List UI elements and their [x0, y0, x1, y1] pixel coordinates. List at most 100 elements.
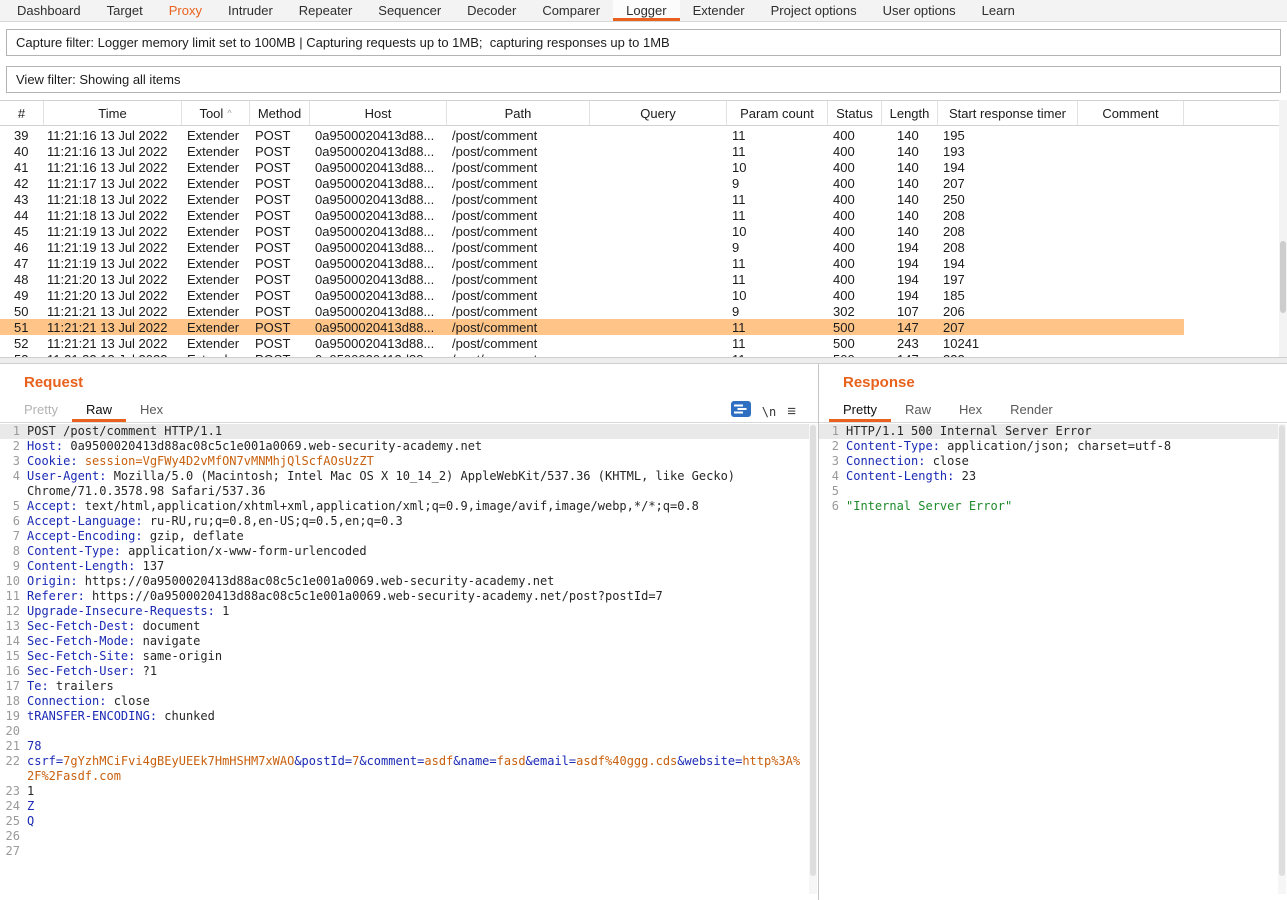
- editor-line[interactable]: 22csrf=7gYzhMCiFvi4gBEyUEEk7HmHSHM7xWAO&…: [0, 754, 809, 784]
- table-scrollbar[interactable]: [1279, 100, 1287, 357]
- editor-line[interactable]: 8Content-Type: application/x-www-form-ur…: [0, 544, 809, 559]
- column-label: #: [18, 106, 25, 121]
- response-scrollbar[interactable]: [1278, 424, 1286, 894]
- editor-line[interactable]: 16Sec-Fetch-User: ?1: [0, 664, 809, 679]
- column-header-host[interactable]: Host: [310, 101, 447, 125]
- editor-line[interactable]: 15Sec-Fetch-Site: same-origin: [0, 649, 809, 664]
- response-tab-raw[interactable]: Raw: [891, 397, 945, 422]
- tab-decoder[interactable]: Decoder: [454, 0, 529, 21]
- editor-line[interactable]: 6Accept-Language: ru-RU,ru;q=0.8,en-US;q…: [0, 514, 809, 529]
- table-row[interactable]: 3911:21:16 13 Jul 2022ExtenderPOST0a9500…: [0, 127, 1184, 143]
- response-scrollbar-handle[interactable]: [1279, 425, 1285, 876]
- table-row[interactable]: 4711:21:19 13 Jul 2022ExtenderPOST0a9500…: [0, 255, 1184, 271]
- column-header-param-count[interactable]: Param count: [727, 101, 828, 125]
- response-editor[interactable]: 1HTTP/1.1 500 Internal Server Error2Cont…: [819, 424, 1278, 894]
- column-header-num[interactable]: #: [0, 101, 44, 125]
- view-filter-bar[interactable]: View filter: Showing all items: [6, 66, 1281, 93]
- request-scrollbar[interactable]: [809, 424, 817, 894]
- tab-target[interactable]: Target: [94, 0, 156, 21]
- cell-status: 400: [828, 240, 882, 255]
- table-row[interactable]: 4011:21:16 13 Jul 2022ExtenderPOST0a9500…: [0, 143, 1184, 159]
- pane-splitter[interactable]: [0, 357, 1287, 364]
- table-scrollbar-handle[interactable]: [1280, 241, 1286, 313]
- editor-line[interactable]: 25Q: [0, 814, 809, 829]
- editor-line[interactable]: 1HTTP/1.1 500 Internal Server Error: [819, 424, 1278, 439]
- request-scrollbar-handle[interactable]: [810, 425, 816, 876]
- cell-length: 140: [882, 128, 938, 143]
- request-tab-raw[interactable]: Raw: [72, 397, 126, 422]
- tab-project-options[interactable]: Project options: [758, 0, 870, 21]
- editor-line[interactable]: 2178: [0, 739, 809, 754]
- table-row[interactable]: 5211:21:21 13 Jul 2022ExtenderPOST0a9500…: [0, 335, 1184, 351]
- column-header-method[interactable]: Method: [250, 101, 310, 125]
- response-tab-pretty[interactable]: Pretty: [829, 397, 891, 422]
- editor-line[interactable]: 2Host: 0a9500020413d88ac08c5c1e001a0069.…: [0, 439, 809, 454]
- table-row[interactable]: 4111:21:16 13 Jul 2022ExtenderPOST0a9500…: [0, 159, 1184, 175]
- line-content: [27, 724, 809, 739]
- editor-line[interactable]: 3Connection: close: [819, 454, 1278, 469]
- table-row[interactable]: 5111:21:21 13 Jul 2022ExtenderPOST0a9500…: [0, 319, 1184, 335]
- column-header-tool[interactable]: Tool^: [182, 101, 250, 125]
- editor-line[interactable]: 20: [0, 724, 809, 739]
- tab-proxy[interactable]: Proxy: [156, 0, 215, 21]
- editor-menu-icon[interactable]: ≡: [787, 403, 796, 420]
- editor-line[interactable]: 5: [819, 484, 1278, 499]
- column-header-time[interactable]: Time: [44, 101, 182, 125]
- tab-user-options[interactable]: User options: [870, 0, 969, 21]
- request-tab-pretty[interactable]: Pretty: [10, 397, 72, 422]
- editor-line[interactable]: 231: [0, 784, 809, 799]
- editor-line[interactable]: 27: [0, 844, 809, 859]
- column-header-length[interactable]: Length: [882, 101, 938, 125]
- tab-intruder[interactable]: Intruder: [215, 0, 286, 21]
- table-row[interactable]: 5011:21:21 13 Jul 2022ExtenderPOST0a9500…: [0, 303, 1184, 319]
- editor-line[interactable]: 9Content-Length: 137: [0, 559, 809, 574]
- table-row[interactable]: 4211:21:17 13 Jul 2022ExtenderPOST0a9500…: [0, 175, 1184, 191]
- editor-line[interactable]: 18Connection: close: [0, 694, 809, 709]
- editor-line[interactable]: 12Upgrade-Insecure-Requests: 1: [0, 604, 809, 619]
- column-header-status[interactable]: Status: [828, 101, 882, 125]
- editor-line[interactable]: 4Content-Length: 23: [819, 469, 1278, 484]
- editor-line[interactable]: 13Sec-Fetch-Dest: document: [0, 619, 809, 634]
- tab-learn[interactable]: Learn: [969, 0, 1028, 21]
- editor-line[interactable]: 1POST /post/comment HTTP/1.1: [0, 424, 809, 439]
- table-row[interactable]: 4311:21:18 13 Jul 2022ExtenderPOST0a9500…: [0, 191, 1184, 207]
- editor-line[interactable]: 24Z: [0, 799, 809, 814]
- column-header-comment[interactable]: Comment: [1078, 101, 1184, 125]
- table-row[interactable]: 4911:21:20 13 Jul 2022ExtenderPOST0a9500…: [0, 287, 1184, 303]
- nonprinting-chars-icon[interactable]: \n: [762, 405, 776, 419]
- editor-line[interactable]: 7Accept-Encoding: gzip, deflate: [0, 529, 809, 544]
- tab-dashboard[interactable]: Dashboard: [4, 0, 94, 21]
- pretty-print-icon[interactable]: [731, 401, 751, 422]
- editor-line[interactable]: 19tRANSFER-ENCODING: chunked: [0, 709, 809, 724]
- editor-line[interactable]: 4User-Agent: Mozilla/5.0 (Macintosh; Int…: [0, 469, 809, 499]
- tab-comparer[interactable]: Comparer: [529, 0, 613, 21]
- column-header-path[interactable]: Path: [447, 101, 590, 125]
- response-tab-hex[interactable]: Hex: [945, 397, 996, 422]
- tab-repeater[interactable]: Repeater: [286, 0, 365, 21]
- editor-line[interactable]: 14Sec-Fetch-Mode: navigate: [0, 634, 809, 649]
- table-row[interactable]: 4811:21:20 13 Jul 2022ExtenderPOST0a9500…: [0, 271, 1184, 287]
- request-editor[interactable]: 1POST /post/comment HTTP/1.12Host: 0a950…: [0, 424, 809, 894]
- tab-extender[interactable]: Extender: [680, 0, 758, 21]
- table-row[interactable]: 4611:21:19 13 Jul 2022ExtenderPOST0a9500…: [0, 239, 1184, 255]
- table-row[interactable]: 4411:21:18 13 Jul 2022ExtenderPOST0a9500…: [0, 207, 1184, 223]
- editor-line[interactable]: 2Content-Type: application/json; charset…: [819, 439, 1278, 454]
- editor-line[interactable]: 11Referer: https://0a9500020413d88ac08c5…: [0, 589, 809, 604]
- line-number: 24: [0, 799, 27, 814]
- editor-line[interactable]: 3Cookie: session=VgFWy4D2vMfON7vMNMhjQlS…: [0, 454, 809, 469]
- editor-line[interactable]: 17Te: trailers: [0, 679, 809, 694]
- capture-filter-text: Capture filter: Logger memory limit set …: [16, 35, 670, 50]
- tab-sequencer[interactable]: Sequencer: [365, 0, 454, 21]
- capture-filter-bar[interactable]: Capture filter: Logger memory limit set …: [6, 29, 1281, 56]
- editor-line[interactable]: 26: [0, 829, 809, 844]
- editor-line[interactable]: 5Accept: text/html,application/xhtml+xml…: [0, 499, 809, 514]
- response-tab-render[interactable]: Render: [996, 397, 1067, 422]
- tab-logger[interactable]: Logger: [613, 0, 679, 21]
- column-header-query[interactable]: Query: [590, 101, 727, 125]
- column-header-start-response-timer[interactable]: Start response timer: [938, 101, 1078, 125]
- line-number: 1: [0, 424, 27, 439]
- request-tab-hex[interactable]: Hex: [126, 397, 177, 422]
- editor-line[interactable]: 10Origin: https://0a9500020413d88ac08c5c…: [0, 574, 809, 589]
- table-row[interactable]: 4511:21:19 13 Jul 2022ExtenderPOST0a9500…: [0, 223, 1184, 239]
- editor-line[interactable]: 6"Internal Server Error": [819, 499, 1278, 514]
